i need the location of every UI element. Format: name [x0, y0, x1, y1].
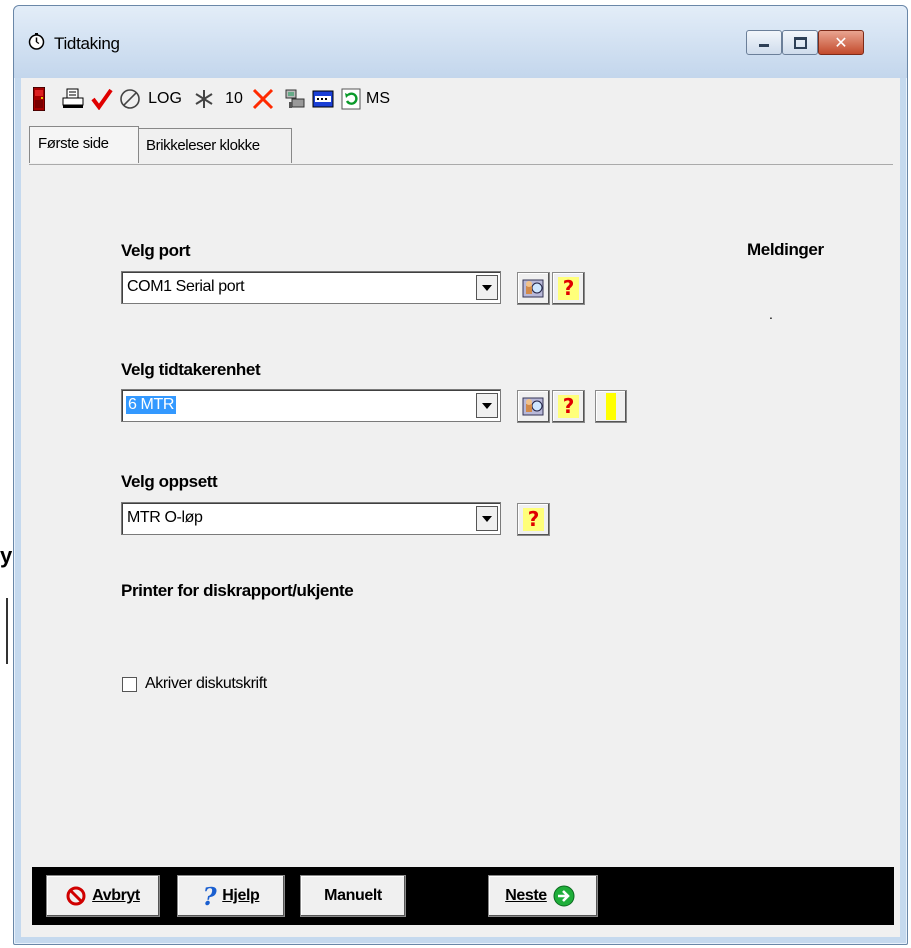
- port-search-button[interactable]: [517, 272, 550, 305]
- toolbar: LOG 10 MS: [21, 78, 900, 126]
- port-label: Velg port: [121, 241, 191, 260]
- port-value: COM1 Serial port: [127, 278, 245, 295]
- messages-text: .: [769, 306, 773, 322]
- next-button[interactable]: Neste: [488, 875, 598, 917]
- unit-help-button[interactable]: ?: [552, 390, 585, 423]
- search-person-icon: [522, 279, 543, 297]
- computer-icon[interactable]: [283, 86, 307, 112]
- help-button[interactable]: ? Hjelp: [177, 875, 285, 917]
- help-question-icon: ?: [558, 395, 579, 418]
- help-question-icon: ?: [558, 277, 579, 300]
- background-fragment-text: y: [0, 543, 13, 568]
- printer-label: Printer for diskrapport/ukjente: [121, 581, 354, 600]
- setup-help-button[interactable]: ?: [517, 503, 550, 536]
- search-person-icon: [522, 397, 543, 415]
- tab-forste-side[interactable]: Første side: [29, 126, 139, 163]
- card-reader-icon[interactable]: [311, 86, 335, 112]
- no-entry-icon: [66, 886, 86, 906]
- next-label: Neste: [505, 887, 547, 904]
- unit-search-button[interactable]: [517, 390, 550, 423]
- cancel-circle-icon[interactable]: [119, 86, 141, 112]
- background-fragment-line: [6, 598, 8, 664]
- ms-button[interactable]: MS: [365, 86, 391, 112]
- manual-button[interactable]: Manuelt: [300, 875, 406, 917]
- button-bar: Avbryt ? Hjelp Manuelt Neste: [32, 867, 894, 925]
- log-button[interactable]: LOG: [147, 86, 183, 112]
- chevron-down-icon: [482, 515, 492, 522]
- help-question-icon: ?: [523, 508, 544, 531]
- port-dropdown-arrow[interactable]: [476, 275, 498, 300]
- checkbox-label: Akriver diskutskrift: [145, 675, 267, 692]
- unit-dropdown-arrow[interactable]: [476, 393, 498, 418]
- help-label: Hjelp: [222, 887, 260, 904]
- tab-panel-border: [29, 164, 893, 165]
- diskutskrift-checkbox[interactable]: Akriver diskutskrift: [122, 675, 267, 693]
- checkbox-box[interactable]: [122, 676, 137, 692]
- asterisk-icon[interactable]: [193, 86, 215, 112]
- minimize-button[interactable]: [746, 30, 782, 55]
- checkmark-icon[interactable]: [91, 86, 113, 112]
- setup-label: Velg oppsett: [121, 472, 218, 491]
- window-title: Tidtaking: [54, 34, 120, 53]
- chevron-down-icon: [482, 284, 492, 291]
- help-question-icon: ?: [202, 881, 217, 911]
- printer-icon[interactable]: [61, 86, 85, 112]
- refresh-icon[interactable]: [339, 86, 363, 112]
- delete-x-icon[interactable]: [251, 86, 275, 112]
- unit-value: 6 MTR: [126, 396, 177, 414]
- tidtaking-window: Tidtaking ✕ LOG 10 MS Første side Brikke…: [13, 5, 908, 945]
- close-button[interactable]: ✕: [818, 30, 864, 55]
- client-area: LOG 10 MS Første side Brikkeleser klokke: [21, 78, 900, 937]
- setup-value: MTR O-løp: [127, 509, 203, 526]
- cancel-button[interactable]: Avbryt: [46, 875, 160, 917]
- close-icon: ✕: [834, 33, 848, 52]
- ten-button[interactable]: 10: [221, 86, 247, 112]
- port-select[interactable]: COM1 Serial port: [121, 271, 501, 304]
- maximize-button[interactable]: [782, 30, 818, 55]
- maximize-icon: [793, 36, 807, 49]
- stopwatch-icon: [28, 33, 45, 50]
- minimize-icon: [759, 44, 769, 47]
- status-indicator-icon: [606, 393, 616, 420]
- chevron-down-icon: [482, 402, 492, 409]
- unit-select[interactable]: 6 MTR: [121, 389, 501, 422]
- door-exit-icon[interactable]: [31, 86, 47, 112]
- setup-select[interactable]: MTR O-løp: [121, 502, 501, 535]
- messages-label: Meldinger: [747, 240, 824, 259]
- title-bar: Tidtaking ✕: [14, 6, 907, 78]
- arrow-right-circle-icon: [553, 885, 575, 907]
- cancel-label: Avbryt: [92, 887, 140, 904]
- unit-status-button[interactable]: [595, 390, 627, 423]
- unit-label: Velg tidtakerenhet: [121, 360, 261, 379]
- port-help-button[interactable]: ?: [552, 272, 585, 305]
- tab-brikkeleser-klokke[interactable]: Brikkeleser klokke: [137, 128, 292, 163]
- setup-dropdown-arrow[interactable]: [476, 506, 498, 531]
